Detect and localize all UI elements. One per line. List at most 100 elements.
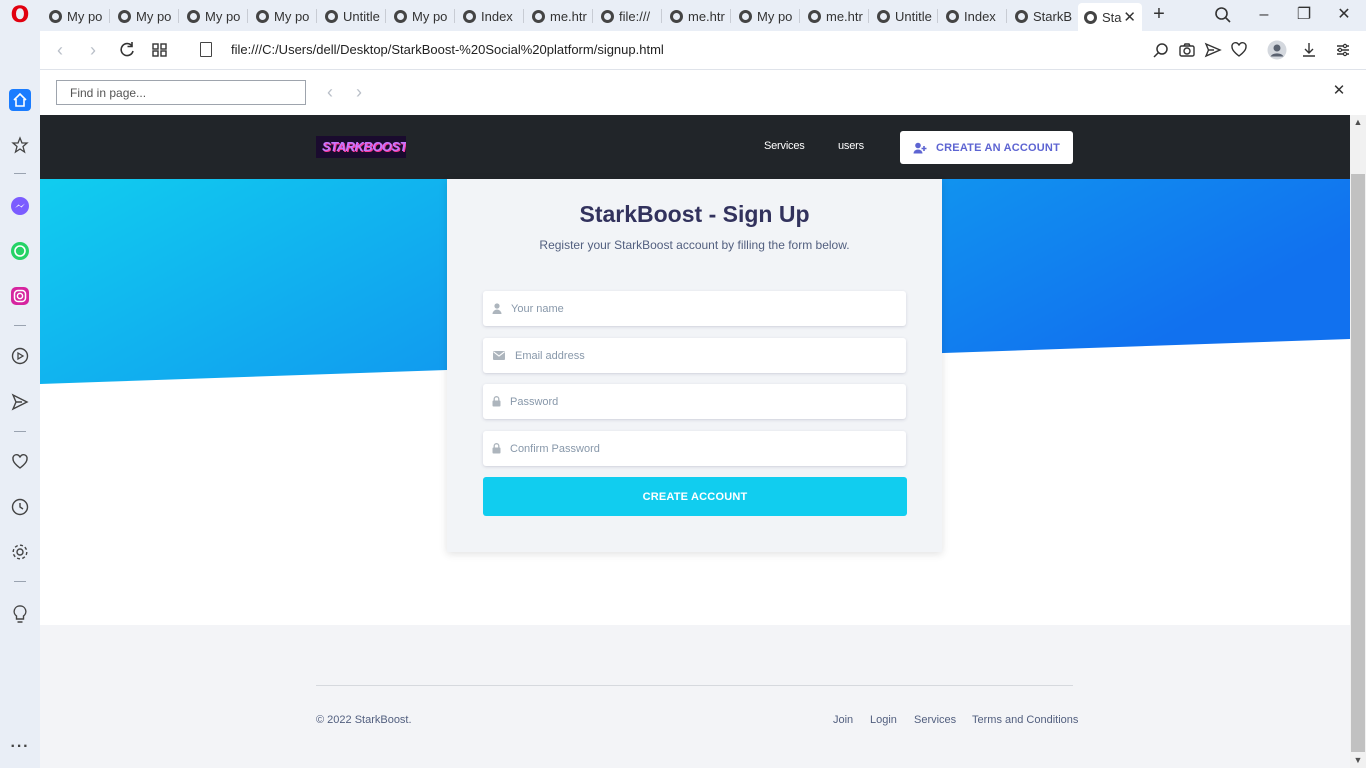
globe-icon xyxy=(1084,10,1097,24)
bookmark-heart-icon[interactable] xyxy=(1230,41,1248,59)
browser-tab[interactable]: Untitle xyxy=(319,3,386,29)
download-icon[interactable] xyxy=(1300,41,1318,59)
heart-icon[interactable] xyxy=(9,451,31,473)
browser-tab[interactable]: file:/// xyxy=(595,3,662,29)
globe-icon xyxy=(532,9,545,23)
browser-tab[interactable]: me.htr xyxy=(664,3,731,29)
nav-users-link[interactable]: users xyxy=(838,140,864,152)
home-icon[interactable] xyxy=(9,89,31,111)
tiles-icon[interactable] xyxy=(150,40,170,60)
tab-label: Index xyxy=(964,8,996,24)
profile-avatar-icon[interactable] xyxy=(1267,40,1287,60)
globe-icon xyxy=(808,9,821,23)
starkboost-logo[interactable]: STARKBOOST xyxy=(316,136,406,158)
find-bar: ‹ › ✕ xyxy=(40,70,1366,115)
create-account-submit-button[interactable]: CREATE ACCOUNT xyxy=(483,477,907,516)
send-icon[interactable] xyxy=(9,391,31,413)
browser-tab[interactable]: My po xyxy=(388,3,455,29)
email-field[interactable]: Email address xyxy=(483,338,906,373)
tab-label: My po xyxy=(274,8,310,24)
signup-card: StarkBoost - Sign Up Register your Stark… xyxy=(447,179,942,552)
globe-icon xyxy=(946,9,959,23)
tab-label: StarkB xyxy=(1033,8,1073,24)
window-close-icon[interactable]: ✕ xyxy=(1333,4,1355,26)
browser-tab[interactable]: My po xyxy=(733,3,800,29)
tab-label: Untitle xyxy=(343,8,380,24)
email-placeholder: Email address xyxy=(515,349,585,362)
forward-icon[interactable]: › xyxy=(83,40,103,60)
user-plus-icon xyxy=(913,142,927,153)
opera-menu-icon[interactable]: O xyxy=(10,5,30,27)
scroll-down-icon[interactable]: ▼ xyxy=(1352,754,1364,766)
find-next-icon[interactable]: › xyxy=(352,82,366,102)
close-find-icon[interactable]: ✕ xyxy=(1332,82,1346,100)
globe-icon xyxy=(187,9,200,23)
find-in-page-input[interactable] xyxy=(56,80,306,105)
globe-icon xyxy=(1015,9,1028,23)
search-page-icon[interactable] xyxy=(1152,41,1170,59)
browser-tab[interactable]: Untitle xyxy=(871,3,938,29)
lightbulb-icon[interactable] xyxy=(9,603,31,625)
tab-label: Untitle xyxy=(895,8,932,24)
password-field[interactable]: Password xyxy=(483,384,906,419)
history-icon[interactable] xyxy=(9,496,31,518)
tab-label: My po xyxy=(67,8,103,24)
speed-dial-icon[interactable] xyxy=(9,134,31,156)
tab-label: me.htr xyxy=(826,8,863,24)
footer-link-services[interactable]: Services xyxy=(914,714,956,726)
create-an-account-button[interactable]: CREATE AN ACCOUNT xyxy=(900,131,1073,164)
footer-link-login[interactable]: Login xyxy=(870,714,897,726)
easy-setup-icon[interactable] xyxy=(1334,41,1352,59)
browser-tab[interactable]: My po xyxy=(43,3,110,29)
browser-tab-active[interactable]: Sta ✕ xyxy=(1078,3,1142,31)
back-icon[interactable]: ‹ xyxy=(50,40,70,60)
more-icon[interactable]: ··· xyxy=(9,736,31,758)
browser-tab[interactable]: My po xyxy=(181,3,248,29)
minimize-icon[interactable]: – xyxy=(1253,4,1275,26)
scroll-up-icon[interactable]: ▲ xyxy=(1352,116,1364,128)
browser-tab[interactable]: My po xyxy=(112,3,179,29)
scrollbar-thumb[interactable] xyxy=(1351,174,1365,752)
reload-icon[interactable] xyxy=(117,40,137,60)
browser-tab[interactable]: me.htr xyxy=(526,3,593,29)
footer-link-join[interactable]: Join xyxy=(833,714,853,726)
restore-icon[interactable]: ❐ xyxy=(1293,4,1315,26)
messenger-icon[interactable] xyxy=(9,195,31,217)
lock-icon xyxy=(483,431,510,466)
footer-link-terms[interactable]: Terms and Conditions xyxy=(972,714,1078,726)
tab-label: My po xyxy=(205,8,241,24)
player-icon[interactable] xyxy=(9,345,31,367)
tab-label: file:/// xyxy=(619,8,651,24)
browser-tab[interactable]: Index xyxy=(940,3,1007,29)
globe-icon xyxy=(394,9,407,23)
address-bar: ‹ › file:///C:/Users/dell/Desktop/StarkB… xyxy=(40,31,1366,70)
find-previous-icon[interactable]: ‹ xyxy=(323,82,337,102)
name-field[interactable]: Your name xyxy=(483,291,906,326)
tab-label: me.htr xyxy=(688,8,725,24)
url-field[interactable]: file:///C:/Users/dell/Desktop/StarkBoost… xyxy=(231,42,664,57)
instagram-icon[interactable] xyxy=(9,285,31,307)
nav-services-link[interactable]: Services xyxy=(764,140,805,152)
search-tabs-icon[interactable] xyxy=(1214,6,1232,24)
settings-gear-icon[interactable] xyxy=(9,541,31,563)
globe-icon xyxy=(670,9,683,23)
tab-label: My po xyxy=(412,8,448,24)
globe-icon xyxy=(739,9,752,23)
tab-label: My po xyxy=(757,8,793,24)
camera-icon[interactable] xyxy=(1178,41,1196,59)
site-footer: © 2022 StarkBoost. Join Login Services T… xyxy=(40,625,1350,768)
browser-tab[interactable]: My po xyxy=(250,3,317,29)
share-send-icon[interactable] xyxy=(1204,41,1222,59)
close-tab-icon[interactable]: ✕ xyxy=(1123,8,1136,26)
tab-label: Index xyxy=(481,8,513,24)
tab-label: My po xyxy=(136,8,172,24)
browser-tab[interactable]: StarkB xyxy=(1009,3,1076,29)
whatsapp-icon[interactable] xyxy=(9,240,31,262)
browser-tab[interactable]: Index xyxy=(457,3,524,29)
browser-sidebar: ··· xyxy=(0,31,40,768)
create-an-account-label: CREATE AN ACCOUNT xyxy=(936,141,1060,154)
new-tab-button[interactable]: + xyxy=(1151,4,1167,26)
confirm-password-field[interactable]: Confirm Password xyxy=(483,431,906,466)
browser-tab[interactable]: me.htr xyxy=(802,3,869,29)
footer-copyright: © 2022 StarkBoost. xyxy=(316,714,412,726)
